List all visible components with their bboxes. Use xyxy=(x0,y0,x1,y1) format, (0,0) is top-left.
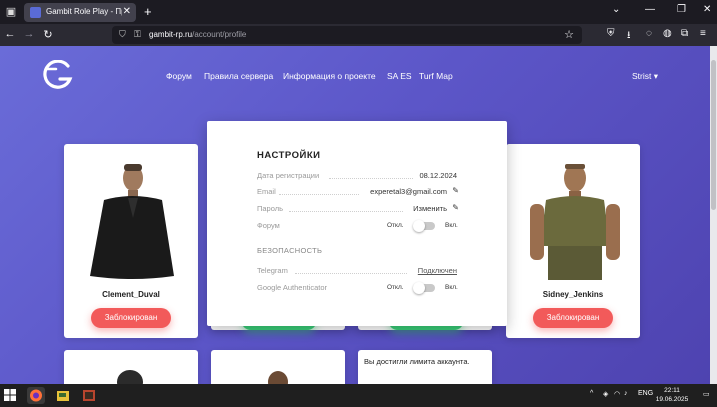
url-path: /account/profile xyxy=(192,30,247,39)
google-authenticator-toggle[interactable] xyxy=(413,282,435,294)
browser-nav-bar: ← → ↻ ⛉ ⚿ gambit-rp.ru/account/profile ☆… xyxy=(0,24,717,46)
volume-icon[interactable]: ♪ xyxy=(624,390,628,397)
toggle-knob xyxy=(413,220,425,232)
nav-link-sa-es[interactable]: SA ES xyxy=(387,71,412,81)
google-authenticator-toggle-group: Откл. Вкл. xyxy=(387,282,458,295)
clock-time: 22:11 xyxy=(664,387,680,394)
tracking-shield-icon[interactable]: ⛉ xyxy=(119,29,126,40)
registration-date-label: Дата регистрации xyxy=(257,171,320,180)
forum-toggle[interactable] xyxy=(413,220,435,232)
toggle-off-label: Откл. xyxy=(387,222,404,229)
files-taskbar-icon[interactable] xyxy=(54,387,72,404)
tray-app-icon[interactable]: ◈ xyxy=(603,390,608,398)
tab-title: Gambit Role Play - Профиль U... xyxy=(46,7,122,16)
browser-tab-active[interactable]: Gambit Role Play - Профиль U... ✕ xyxy=(24,3,136,22)
forum-label: Форум xyxy=(257,221,280,230)
edit-password-pencil-icon[interactable]: ✎ xyxy=(449,203,459,212)
nav-link-rules[interactable]: Правила сервера xyxy=(204,71,273,81)
clock-date: 19.06.2025 xyxy=(655,396,689,403)
blocked-button[interactable]: Заблокирован xyxy=(533,308,613,328)
site-favicon-icon xyxy=(30,7,41,18)
account-limit-card: Вы достигли лимита аккаунта. xyxy=(358,350,492,384)
row-divider xyxy=(289,211,403,212)
settings-title: НАСТРОЙКИ xyxy=(257,150,321,161)
page-scrollbar[interactable] xyxy=(710,46,717,384)
taskbar-clock[interactable]: 22:11 19.06.2025 xyxy=(652,386,692,404)
row-divider xyxy=(279,194,359,195)
character-card-row2-2 xyxy=(211,350,345,384)
close-tab-icon[interactable]: ✕ xyxy=(123,6,131,17)
wifi-icon[interactable]: ◠ xyxy=(614,390,620,398)
browser-tab-bar: ▣ Gambit Role Play - Профиль U... ✕ + ⌄ … xyxy=(0,0,717,24)
forward-icon[interactable]: → xyxy=(22,28,36,40)
character-name: Sidney_Jenkins xyxy=(542,290,604,299)
nav-link-turf-map[interactable]: Turf Map xyxy=(419,71,453,81)
reload-icon[interactable]: ↻ xyxy=(41,28,55,41)
telegram-status-link[interactable]: Подключен xyxy=(403,266,457,275)
email-value: experetal3@gmail.com xyxy=(370,187,447,196)
google-authenticator-label: Google Authenticator xyxy=(257,283,328,292)
site-info-icon[interactable]: ⚿ xyxy=(134,29,141,40)
toggle-knob xyxy=(413,282,425,294)
tray-chevron-icon[interactable]: ^ xyxy=(590,390,593,397)
extension-icon[interactable]: ◌ xyxy=(646,28,652,39)
minimize-icon[interactable]: — xyxy=(645,4,655,15)
row-divider xyxy=(329,178,413,179)
address-bar[interactable]: ⛉ ⚿ gambit-rp.ru/account/profile ☆ xyxy=(112,26,582,44)
menu-icon[interactable]: ≡ xyxy=(700,28,706,39)
edit-email-pencil-icon[interactable]: ✎ xyxy=(449,186,459,195)
character-card-right: Sidney_Jenkins Заблокирован xyxy=(506,144,640,338)
change-password-link[interactable]: Изменить xyxy=(399,204,447,213)
firefox-taskbar-icon[interactable] xyxy=(27,387,45,404)
page-content: Форум Правила сервера Информация о проек… xyxy=(0,46,710,384)
user-menu[interactable]: Strist ▾ xyxy=(632,71,658,82)
telegram-label: Telegram xyxy=(257,266,288,275)
address-url: gambit-rp.ru/account/profile xyxy=(149,30,246,39)
registration-date-value: 08.12.2024 xyxy=(419,171,457,180)
bookmark-star-icon[interactable]: ☆ xyxy=(564,28,574,41)
password-label: Пароль xyxy=(257,204,284,213)
account-limit-message: Вы достигли лимита аккаунта. xyxy=(364,357,470,366)
language-indicator[interactable]: ENG xyxy=(638,390,653,397)
username: Strist xyxy=(632,71,652,81)
tab-list-icon[interactable]: ▣ xyxy=(4,5,18,19)
url-host: gambit-rp.ru xyxy=(149,30,193,39)
email-label: Email xyxy=(257,187,276,196)
toggle-on-label: Вкл. xyxy=(445,222,458,229)
account-icon[interactable]: ◍ xyxy=(663,28,672,39)
windows-taskbar: ^ ◈ ◠ ♪ ENG 22:11 19.06.2025 ▭ xyxy=(0,384,717,407)
extensions-puzzle-icon[interactable]: ⧉ xyxy=(681,28,688,39)
character-skin-image xyxy=(530,164,620,280)
blocked-button[interactable]: Заблокирован xyxy=(91,308,171,328)
scrollbar-thumb[interactable] xyxy=(711,60,716,210)
forum-toggle-group: Откл. Вкл. xyxy=(387,220,458,233)
nav-link-forum[interactable]: Форум xyxy=(166,71,192,81)
character-skin-image xyxy=(117,370,143,384)
back-icon[interactable]: ← xyxy=(3,28,17,40)
downloads-icon[interactable]: ⭳ xyxy=(627,28,631,45)
row-divider xyxy=(295,273,407,274)
character-skin-image xyxy=(268,371,288,384)
settings-modal: НАСТРОЙКИ Дата регистрации 08.12.2024 Em… xyxy=(207,121,507,326)
pocket-icon[interactable]: ⛨ xyxy=(607,28,615,39)
character-card-left: Clement_Duval Заблокирован xyxy=(64,144,198,338)
toggle-off-label: Откл. xyxy=(387,284,404,291)
new-tab-icon[interactable]: + xyxy=(144,4,152,19)
character-name: Clement_Duval xyxy=(102,290,160,299)
tab-overflow-icon[interactable]: ⌄ xyxy=(612,4,620,15)
gambit-logo-icon[interactable] xyxy=(40,60,74,90)
maximize-icon[interactable]: ❐ xyxy=(677,4,686,15)
toggle-on-label: Вкл. xyxy=(445,284,458,291)
character-card-row2-1 xyxy=(64,350,198,384)
chevron-down-icon: ▾ xyxy=(653,71,659,81)
close-window-icon[interactable]: ✕ xyxy=(703,4,711,15)
character-skin-image xyxy=(90,164,174,279)
security-section-title: БЕЗОПАСНОСТЬ xyxy=(257,246,323,255)
nav-link-info[interactable]: Информация о проекте xyxy=(283,71,376,81)
notifications-icon[interactable]: ▭ xyxy=(703,390,710,398)
windows-start-icon[interactable] xyxy=(4,389,16,401)
game-taskbar-icon[interactable] xyxy=(80,387,98,404)
